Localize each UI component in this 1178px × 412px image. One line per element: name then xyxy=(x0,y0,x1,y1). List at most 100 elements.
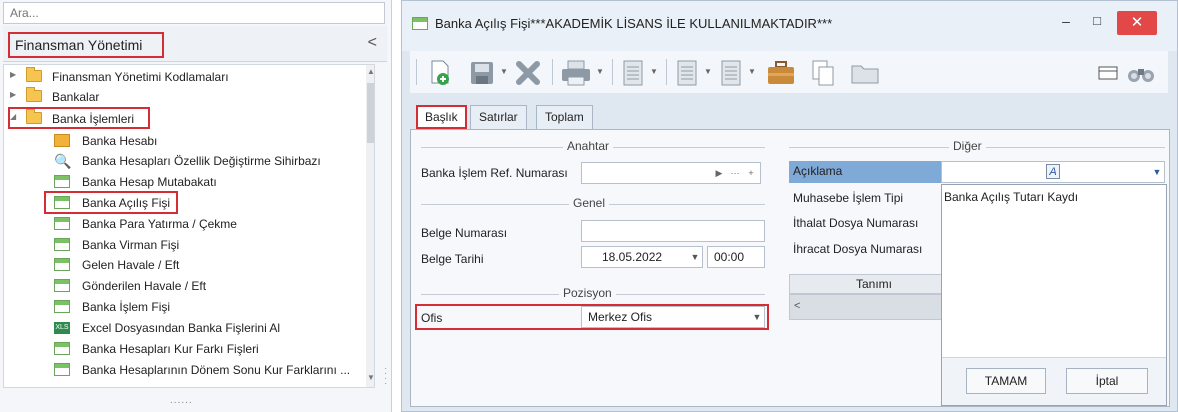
folder-icon[interactable] xyxy=(850,59,880,85)
collapse-icon[interactable]: < xyxy=(368,34,377,52)
chevron-down-icon[interactable]: ▼ xyxy=(688,247,702,267)
tab-baslik[interactable]: Başlık xyxy=(416,105,467,129)
delete-icon[interactable] xyxy=(514,59,542,85)
tree-item-label: Banka Hesapları Özellik Değiştirme Sihir… xyxy=(82,154,321,168)
binoculars-icon[interactable] xyxy=(1126,59,1156,85)
scroll-up-icon[interactable]: ▲ xyxy=(367,67,374,76)
chevron-down-icon[interactable]: ▼ xyxy=(1150,162,1164,182)
tree-item[interactable]: XLS Excel Dosyasından Banka Fişlerini Al xyxy=(4,318,364,338)
office-label: Ofis xyxy=(421,311,443,325)
copy-icon[interactable] xyxy=(810,59,836,86)
tree-item-label: Banka Virman Fişi xyxy=(82,238,180,252)
toolbar-grip xyxy=(416,59,417,85)
document-window: Banka Açılış Fişi***AKADEMİK LİSANS İLE … xyxy=(401,0,1178,412)
nav-title: Finansman Yönetimi xyxy=(8,32,164,58)
chevron-down-icon[interactable]: ▼ xyxy=(596,67,604,76)
tree-item[interactable]: Banka Virman Fişi xyxy=(4,235,364,255)
description-row[interactable]: Açıklama xyxy=(789,161,941,183)
text-style-icon[interactable]: A xyxy=(1046,164,1060,179)
toolbar: ▼ ▼ ▼ ▼ ▼ xyxy=(410,51,1168,93)
bank-account-icon xyxy=(54,134,70,147)
tree-item[interactable]: 🔍 Banka Hesapları Özellik Değiştirme Sih… xyxy=(4,151,364,171)
description-editor-input[interactable]: A ▼ xyxy=(941,161,1165,183)
export-file-row[interactable]: İhracat Dosya Numarası xyxy=(789,239,941,261)
tree-item-label: Banka Hesapları Kur Farkı Fişleri xyxy=(82,342,259,356)
search-input[interactable] xyxy=(3,2,385,24)
scroll-down-icon[interactable]: ▼ xyxy=(367,373,374,382)
report-icon[interactable] xyxy=(622,59,644,86)
form-icon xyxy=(54,279,70,292)
scroll-thumb[interactable] xyxy=(367,83,374,143)
document-number-label: Belge Numarası xyxy=(421,226,508,240)
folder-icon xyxy=(26,87,42,102)
tree-item[interactable]: Banka Hesap Mutabakatı xyxy=(4,172,364,192)
briefcase-icon[interactable] xyxy=(766,59,796,85)
tree-item[interactable]: Gelen Havale / Eft xyxy=(4,255,364,275)
layout-icon[interactable] xyxy=(1096,59,1120,85)
ref-number-field[interactable]: ▶ ··· + xyxy=(581,162,761,184)
chevron-down-icon[interactable]: ▼ xyxy=(500,67,508,76)
expand-arrow-icon[interactable]: ▶ xyxy=(10,70,16,79)
description-text[interactable]: Banka Açılış Tutarı Kaydı xyxy=(944,190,1078,204)
navigation-panel: Finansman Yönetimi < ▶ Finansman Yönetim… xyxy=(0,0,392,412)
form-icon xyxy=(412,17,428,30)
report-icon[interactable] xyxy=(676,59,698,86)
play-icon[interactable]: ▶ xyxy=(712,165,726,181)
print-icon[interactable] xyxy=(560,59,592,86)
cancel-button[interactable]: İptal xyxy=(1066,368,1148,394)
chevron-down-icon[interactable]: ▼ xyxy=(750,307,764,327)
tree-item[interactable]: Gönderilen Havale / Eft xyxy=(4,276,364,296)
nav-tree: ▶ Finansman Yönetimi Kodlamaları ▶ Banka… xyxy=(3,64,375,388)
tab-toplam[interactable]: Toplam xyxy=(536,105,593,129)
wizard-icon: 🔍 xyxy=(54,153,72,169)
tree-item[interactable]: Banka Hesabı xyxy=(4,131,364,151)
chevron-down-icon[interactable]: ▼ xyxy=(650,67,658,76)
popup-footer: TAMAM İptal xyxy=(942,357,1166,405)
toolbar-separator xyxy=(612,59,613,85)
tree-item-label: Banka Hesaplarının Dönem Sonu Kur Farkla… xyxy=(82,363,351,377)
toolbar-separator xyxy=(552,59,553,85)
add-icon[interactable]: + xyxy=(744,165,758,181)
tree-folder[interactable]: ▶ Bankalar xyxy=(4,87,364,107)
tree-item-label: Banka Para Yatırma / Çekme xyxy=(82,217,237,231)
maximize-button[interactable]: □ xyxy=(1085,13,1109,35)
tab-satirlar[interactable]: Satırlar xyxy=(470,105,527,129)
tree-item-label: Banka Hesabı xyxy=(82,134,158,148)
ref-number-label: Banka İşlem Ref. Numarası xyxy=(421,166,568,180)
document-date-field[interactable]: 18.05.2022 ▼ xyxy=(581,246,703,268)
chevron-down-icon[interactable]: ▼ xyxy=(748,67,756,76)
more-icon[interactable]: ··· xyxy=(728,165,742,181)
nav-grip[interactable]: ...... xyxy=(170,395,193,406)
tree-item[interactable]: Banka İşlem Fişi xyxy=(4,297,364,317)
excel-icon: XLS xyxy=(54,322,70,334)
splitter-grip-icon[interactable]: · · · · xyxy=(384,364,387,389)
document-date-label: Belge Tarihi xyxy=(421,252,484,266)
tree-folder[interactable]: ▶ Finansman Yönetimi Kodlamaları xyxy=(4,67,364,87)
window-titlebar[interactable]: Banka Açılış Fişi***AKADEMİK LİSANS İLE … xyxy=(402,1,1177,51)
scroll-left-icon[interactable]: < xyxy=(794,300,800,312)
expand-arrow-icon[interactable]: ▶ xyxy=(10,90,16,99)
form-icon xyxy=(54,238,70,251)
report-icon[interactable] xyxy=(720,59,742,86)
toolbar-separator xyxy=(666,59,667,85)
close-button[interactable]: ✕ xyxy=(1117,11,1157,35)
tree-item[interactable]: Banka Hesapları Kur Farkı Fişleri xyxy=(4,339,364,359)
minimize-button[interactable]: – xyxy=(1054,13,1078,35)
ok-button[interactable]: TAMAM xyxy=(966,368,1046,394)
tree-item-label: Excel Dosyasından Banka Fişlerini Al xyxy=(82,321,281,335)
new-document-icon[interactable] xyxy=(426,59,454,85)
document-number-field[interactable] xyxy=(581,220,765,242)
form-icon xyxy=(54,363,70,376)
tree-item-label: Banka İşlem Fişi xyxy=(82,300,171,314)
tree-scrollbar[interactable]: ▲ ▼ xyxy=(366,65,374,387)
document-time-field[interactable]: 00:00 xyxy=(707,246,765,268)
tree-folder-label: Finansman Yönetimi Kodlamaları xyxy=(52,70,229,84)
office-select[interactable]: Merkez Ofis ▼ xyxy=(581,306,765,328)
accounting-type-row[interactable]: Muhasebe İşlem Tipi xyxy=(789,188,941,210)
chevron-down-icon[interactable]: ▼ xyxy=(704,67,712,76)
tree-item[interactable]: Banka Para Yatırma / Çekme xyxy=(4,214,364,234)
tree-item[interactable]: Banka Hesaplarının Dönem Sonu Kur Farkla… xyxy=(4,360,364,380)
import-file-row[interactable]: İthalat Dosya Numarası xyxy=(789,213,941,235)
grid-body[interactable]: < xyxy=(789,294,959,320)
save-icon[interactable] xyxy=(468,59,496,85)
